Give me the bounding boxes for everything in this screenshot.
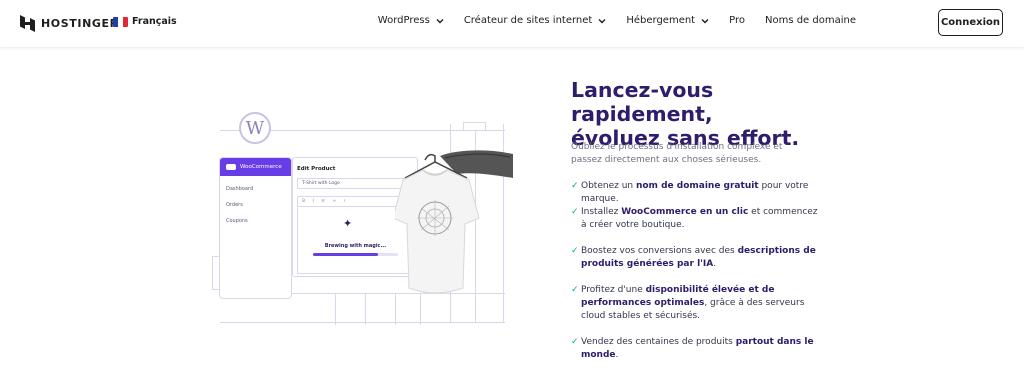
logo-text: HOSTINGER bbox=[41, 17, 119, 30]
woocommerce-illustration: W WooCommerce Dashboard Orders Coupons E… bbox=[205, 110, 515, 335]
france-flag-icon bbox=[113, 16, 128, 27]
hostinger-logo[interactable]: HOSTINGER bbox=[20, 15, 119, 32]
feature-item: ✓ Vendez des centaines de produits parto… bbox=[571, 337, 814, 360]
check-icon: ✓ bbox=[571, 207, 579, 217]
hostinger-logo-icon bbox=[20, 15, 35, 32]
nav-item-site-builder[interactable]: Créateur de sites internet bbox=[464, 15, 607, 26]
check-icon: ✓ bbox=[571, 181, 579, 191]
nav-item-wordpress[interactable]: WordPress bbox=[378, 15, 444, 26]
sidebar-item-coupons: Coupons bbox=[226, 218, 248, 224]
nav-item-pro[interactable]: Pro bbox=[729, 15, 745, 26]
main-nav: WordPress Créateur de sites internet Héb… bbox=[358, 15, 856, 26]
check-icon: ✓ bbox=[571, 285, 579, 295]
sparkle-icon: ✦ bbox=[343, 217, 353, 230]
chevron-down-icon bbox=[701, 18, 709, 23]
nav-label: WordPress bbox=[377, 15, 430, 26]
feature-item: ✓ Profitez d'une disponibilité élevée et… bbox=[571, 285, 805, 321]
hero-title-line1: Lancez-vous rapidement, bbox=[571, 78, 714, 126]
progress-fill bbox=[313, 253, 378, 256]
check-icon: ✓ bbox=[571, 246, 579, 256]
nav-label: Hébergement bbox=[626, 15, 696, 26]
nav-label: Pro bbox=[729, 15, 745, 26]
chevron-down-icon bbox=[598, 18, 606, 23]
edit-product-title: Edit Product bbox=[297, 166, 336, 172]
hero-heading: Lancez-vous rapidement, évoluez sans eff… bbox=[571, 78, 861, 150]
woocommerce-icon bbox=[226, 164, 236, 170]
sidebar-item-dashboard: Dashboard bbox=[226, 186, 254, 192]
woocommerce-sidebar: WooCommerce Dashboard Orders Coupons bbox=[219, 157, 292, 299]
language-selector[interactable]: Français bbox=[113, 16, 177, 27]
sidebar-item-orders: Orders bbox=[226, 202, 243, 208]
language-label: Français bbox=[132, 16, 177, 27]
nav-label: Créateur de sites internet bbox=[463, 15, 593, 26]
nav-item-domains[interactable]: Noms de domaine bbox=[765, 15, 856, 26]
nav-item-hosting[interactable]: Hébergement bbox=[626, 15, 709, 26]
wordpress-logo-icon: W bbox=[239, 112, 271, 144]
hero-subtitle: Oubliez le processus d'installation comp… bbox=[571, 142, 783, 165]
top-navigation-bar: HOSTINGER Français WordPress Créateur de… bbox=[0, 0, 1024, 47]
sidebar-header: WooCommerce bbox=[220, 158, 291, 176]
chevron-down-icon bbox=[436, 18, 444, 23]
feature-item: ✓ Boostez vos conversions avec des descr… bbox=[571, 246, 816, 269]
feature-item: ✓ Obtenez un nom de domaine gratuit pour… bbox=[571, 181, 809, 204]
feature-item: ✓ Installez WooCommerce en un clic et co… bbox=[571, 207, 818, 230]
login-button[interactable]: Connexion bbox=[938, 9, 1003, 36]
tshirt-image bbox=[395, 150, 513, 294]
nav-label: Noms de domaine bbox=[764, 15, 856, 26]
check-icon: ✓ bbox=[571, 337, 579, 347]
generation-progress-bar bbox=[313, 253, 398, 256]
